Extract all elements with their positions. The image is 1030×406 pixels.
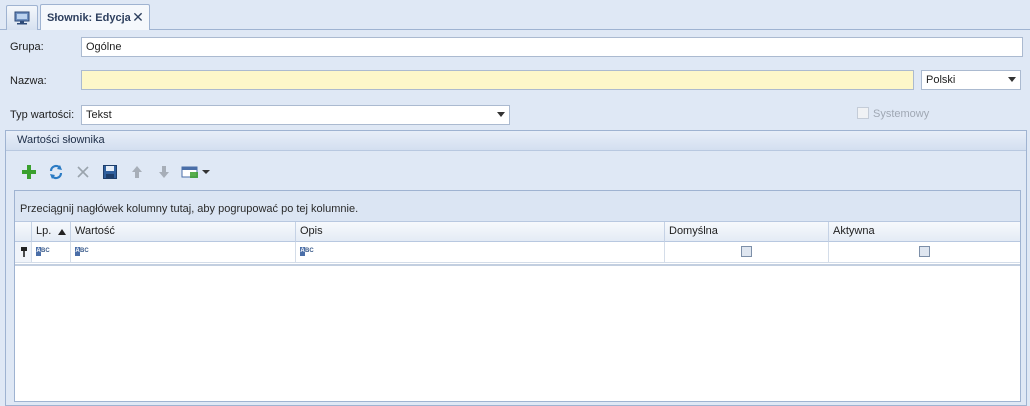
new-row-wartosc-cell[interactable]: ABC xyxy=(71,242,296,263)
tab-strip: Słownik: Edycja ✕ xyxy=(0,0,1030,31)
text-type-icon: ABC xyxy=(36,247,50,256)
language-select[interactable]: Polski xyxy=(921,70,1021,90)
group-by-panel[interactable]: Przeciągnij nagłówek kolumny tutaj, aby … xyxy=(15,191,1020,222)
column-header-opis[interactable]: Opis xyxy=(296,222,665,242)
new-row-aktywna-cell[interactable] xyxy=(829,242,1020,263)
new-row-indicator xyxy=(15,242,32,263)
column-header-domyslna[interactable]: Domyślna xyxy=(665,222,829,242)
delete-icon xyxy=(77,166,89,178)
nazwa-label: Nazwa: xyxy=(10,75,47,87)
typ-wartosci-select[interactable]: Tekst xyxy=(81,105,510,125)
move-down-button[interactable] xyxy=(153,161,175,183)
chevron-down-icon xyxy=(497,112,505,117)
column-header-lp[interactable]: Lp. xyxy=(32,222,71,242)
column-header-label: Lp. xyxy=(36,225,52,237)
view-options-icon xyxy=(181,166,210,178)
typ-wartosci-value: Tekst xyxy=(86,109,112,121)
typ-wartosci-label: Typ wartości: xyxy=(10,109,75,121)
text-type-icon: ABC xyxy=(300,247,314,256)
grupa-label: Grupa: xyxy=(10,41,44,53)
save-button[interactable] xyxy=(99,161,121,183)
refresh-icon xyxy=(49,164,63,180)
new-row-opis-cell[interactable]: ABC xyxy=(296,242,665,263)
pin-icon xyxy=(21,247,27,257)
view-options-button[interactable] xyxy=(180,161,212,183)
column-header-aktywna[interactable]: Aktywna xyxy=(829,222,1020,242)
group-title: Wartości słownika xyxy=(6,131,1026,151)
domyslna-checkbox[interactable] xyxy=(741,246,752,257)
add-icon xyxy=(22,165,36,179)
move-down-icon xyxy=(159,166,169,178)
tab-home[interactable] xyxy=(6,5,38,30)
monitor-icon xyxy=(14,11,30,25)
new-row-domyslna-cell[interactable] xyxy=(665,242,829,263)
toolbar xyxy=(18,161,217,183)
wartosci-slownika-group: Wartości słownika Przeciągnij nagłówek k… xyxy=(5,130,1027,406)
close-icon[interactable]: ✕ xyxy=(132,10,144,24)
move-up-button[interactable] xyxy=(126,161,148,183)
new-row-lp-cell[interactable]: ABC xyxy=(32,242,71,263)
delete-button[interactable] xyxy=(72,161,94,183)
values-grid: Przeciągnij nagłówek kolumny tutaj, aby … xyxy=(14,190,1021,402)
edit-panel: Grupa: Ogólne Nazwa: Polski Typ wartości… xyxy=(0,30,1030,406)
language-value: Polski xyxy=(926,74,956,86)
systemowy-label: Systemowy xyxy=(873,108,930,120)
sort-ascending-icon xyxy=(58,229,66,235)
aktywna-checkbox[interactable] xyxy=(919,246,930,257)
systemowy-checkbox[interactable] xyxy=(857,107,869,119)
add-button[interactable] xyxy=(18,161,40,183)
text-type-icon: ABC xyxy=(75,247,89,256)
nazwa-field[interactable] xyxy=(81,70,914,90)
grupa-field[interactable]: Ogólne xyxy=(81,37,1023,57)
tab-slownik-edycja[interactable]: Słownik: Edycja ✕ xyxy=(40,4,150,31)
move-up-icon xyxy=(132,166,142,178)
column-header-wartosc[interactable]: Wartość xyxy=(71,222,296,242)
new-row-separator xyxy=(15,264,1020,266)
save-icon xyxy=(103,165,117,179)
chevron-down-icon xyxy=(1008,77,1016,82)
row-indicator-header xyxy=(15,222,32,242)
refresh-button[interactable] xyxy=(45,161,67,183)
tab-label: Słownik: Edycja xyxy=(47,11,131,24)
